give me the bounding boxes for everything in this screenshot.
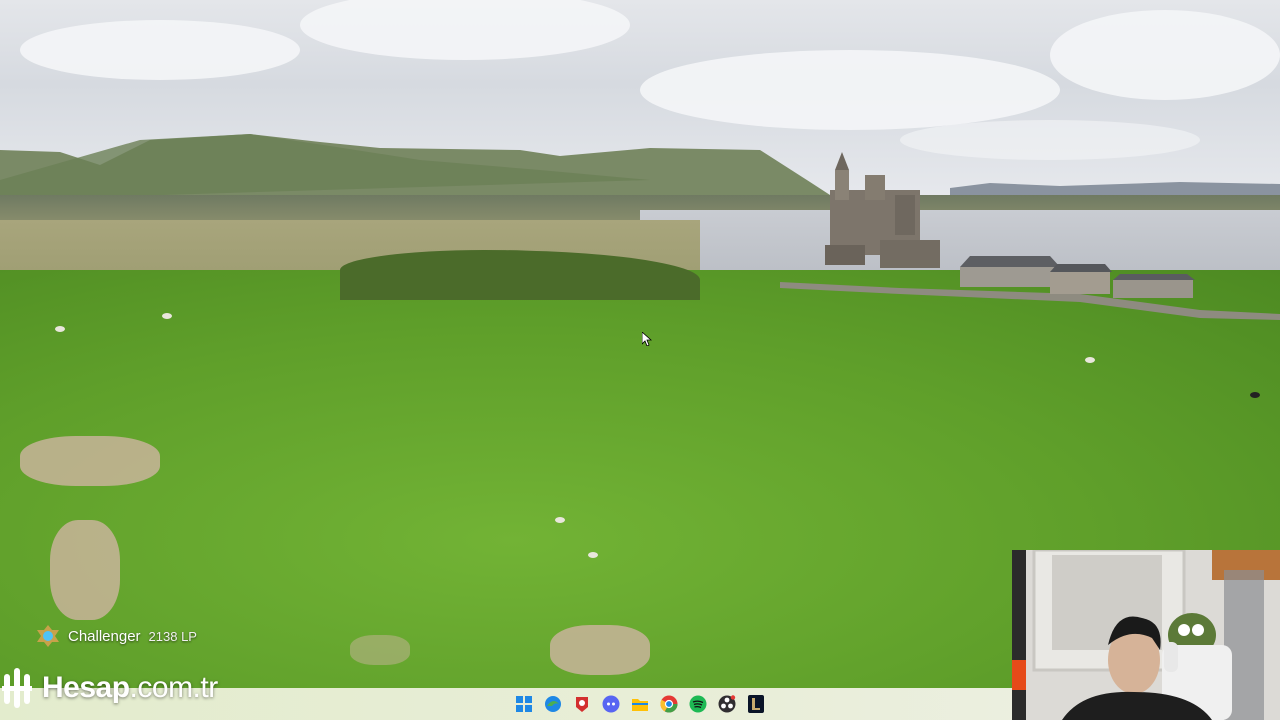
game-client-icon[interactable] (570, 692, 594, 716)
sheep (55, 326, 65, 332)
site-watermark: Hesap.com.tr (0, 664, 218, 712)
sheep (1250, 392, 1260, 398)
rank-lp-label: 2138 LP (148, 628, 197, 644)
hesap-logo-icon (2, 668, 32, 708)
cottages (960, 256, 1195, 298)
watermark-text: Hesap.com.tr (42, 671, 218, 704)
windows-start-icon[interactable] (512, 692, 536, 716)
webcam-overlay (1012, 550, 1280, 720)
castle (825, 152, 940, 268)
edge-browser-icon[interactable] (541, 692, 565, 716)
sheep (555, 517, 565, 523)
rank-tier-label: Challenger (68, 627, 141, 645)
obs-icon[interactable] (715, 692, 739, 716)
discord-icon[interactable] (599, 692, 623, 716)
taskbar-icons (512, 692, 768, 716)
challenger-emblem-icon (37, 625, 59, 647)
chrome-icon[interactable] (657, 692, 681, 716)
league-of-legends-icon[interactable] (744, 692, 768, 716)
sheep (588, 552, 598, 558)
spotify-icon[interactable] (686, 692, 710, 716)
sheep (1085, 357, 1095, 363)
sheep (162, 313, 172, 319)
file-explorer-icon[interactable] (628, 692, 652, 716)
mouse-cursor-icon (642, 332, 652, 346)
rank-overlay: Challenger 2138 LP (36, 624, 197, 648)
